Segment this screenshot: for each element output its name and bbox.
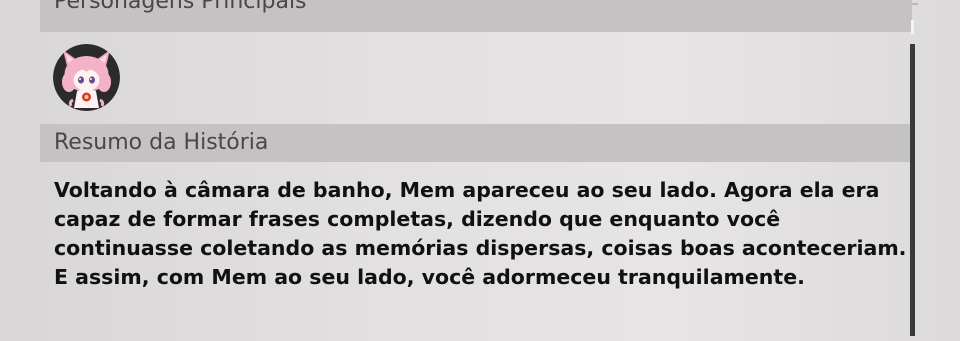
story-summary-title: Resumo da História (54, 130, 269, 155)
main-characters-header: Personagens Principais (40, 0, 912, 32)
scrollbar-thumb[interactable] (910, 44, 915, 336)
story-summary-text: Voltando à câmara de banho, Mem apareceu… (54, 178, 907, 289)
character-avatar-mem[interactable] (53, 44, 120, 111)
story-summary-header: Resumo da História (40, 124, 912, 162)
scrollbar-top-cap (911, 20, 914, 34)
pink-bunny-girl-avatar-icon (53, 44, 120, 111)
main-characters-title: Personagens Principais (54, 0, 307, 14)
